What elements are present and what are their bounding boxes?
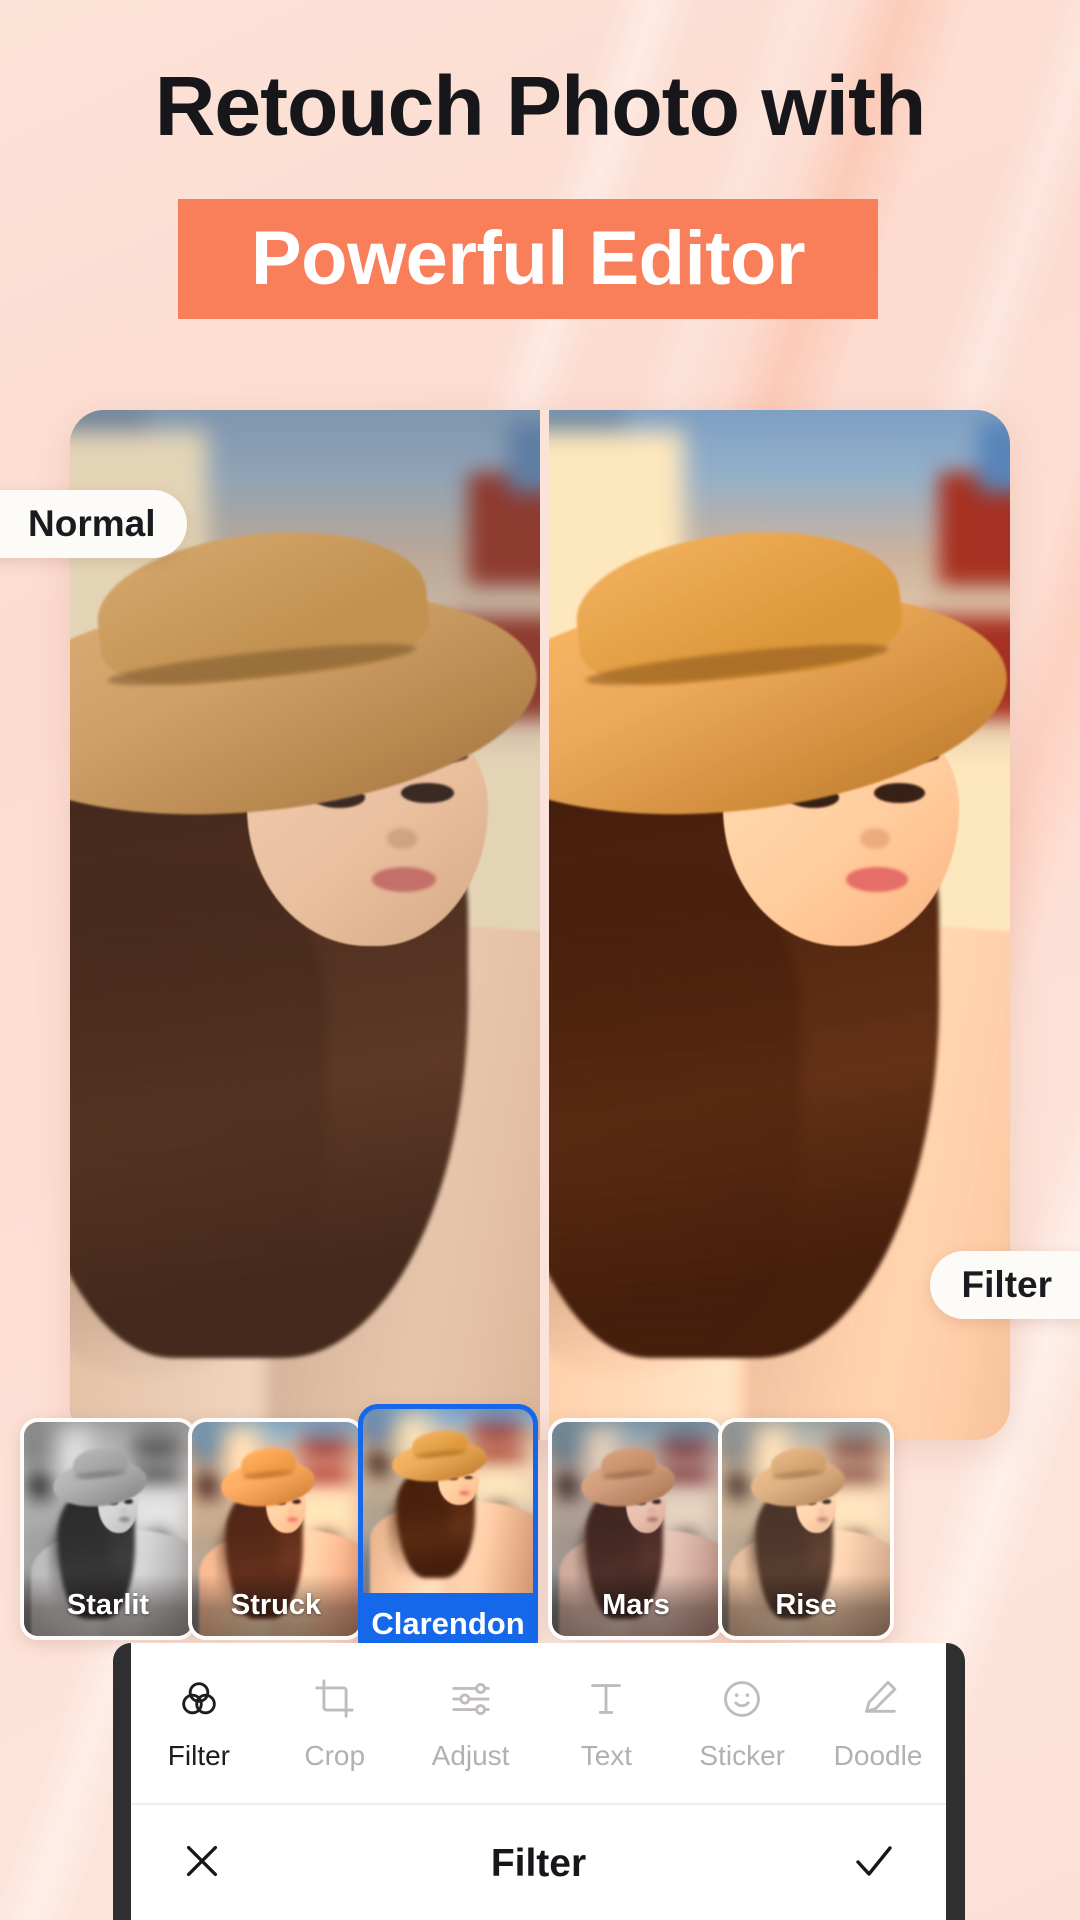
- text-t-icon: [583, 1675, 629, 1723]
- cancel-button[interactable]: [179, 1838, 225, 1889]
- toolbar-item-label: Text: [580, 1739, 633, 1771]
- page-title: Retouch Photo with: [154, 59, 927, 153]
- eye-right: [401, 782, 454, 804]
- hair-strands: [390, 1489, 452, 1582]
- filter-thumb-starlit[interactable]: Starlit: [20, 1418, 196, 1640]
- filter-thumb-clarendon[interactable]: Clarendon: [358, 1404, 538, 1660]
- pencil-icon: [855, 1675, 901, 1723]
- sliders-icon: [448, 1675, 494, 1723]
- check-icon: [856, 1846, 892, 1876]
- filter-thumb-label: Rise: [722, 1574, 890, 1636]
- filter-thumbnail-strip[interactable]: Starlit Struck Clarendon Mars Rise: [0, 1400, 1080, 1660]
- filter-thumb-rise[interactable]: Rise: [718, 1418, 894, 1640]
- filter-thumb-label: Starlit: [24, 1574, 192, 1636]
- phone-frame: Filter Crop Adjust Text Sticker Doodle Filter: [113, 1643, 965, 1920]
- lips: [286, 1517, 298, 1523]
- toolbar-item-label: Filter: [167, 1739, 231, 1771]
- filter-thumb-preview: [363, 1409, 533, 1593]
- badge-normal-label: Normal: [28, 503, 156, 544]
- filter-thumb-mars[interactable]: Mars: [548, 1418, 724, 1640]
- toolbar-item-sticker[interactable]: Sticker: [680, 1675, 804, 1772]
- nose: [860, 828, 890, 849]
- editor-toolbar[interactable]: Filter Crop Adjust Text Sticker Doodle: [131, 1643, 946, 1805]
- smiley-icon: [719, 1675, 765, 1723]
- crop-icon: [312, 1675, 358, 1723]
- lips: [845, 867, 909, 893]
- filter-thumb-label: Struck: [192, 1574, 360, 1636]
- filter-circles-icon: [176, 1675, 222, 1723]
- headline-banner-text: Powerful Editor: [250, 216, 806, 301]
- photo-original: [70, 410, 540, 1440]
- toolbar-item-filter[interactable]: Filter: [137, 1675, 261, 1772]
- lips: [816, 1517, 828, 1523]
- toolbar-item-crop[interactable]: Crop: [273, 1675, 397, 1772]
- toolbar-item-doodle[interactable]: Doodle: [816, 1675, 940, 1772]
- nose: [461, 1483, 467, 1488]
- eye-right: [463, 1475, 473, 1480]
- lips: [118, 1517, 130, 1523]
- confirm-button[interactable]: [850, 1837, 898, 1890]
- toolbar-item-text[interactable]: Text: [544, 1675, 668, 1772]
- badge-normal: Normal: [0, 490, 188, 558]
- photo-compare: [70, 410, 1010, 1440]
- photo-pane-original: [70, 410, 540, 1440]
- subject-figure: [70, 410, 540, 1440]
- badge-filter-label: Filter: [961, 1264, 1052, 1305]
- headline-banner: Powerful Editor: [178, 199, 878, 319]
- action-bar-title: Filter: [490, 1841, 587, 1885]
- filter-thumb-struck[interactable]: Struck: [188, 1418, 364, 1640]
- promo-screen: Retouch Photo with Powerful Editor Norma…: [0, 0, 1080, 1920]
- toolbar-item-label: Crop: [304, 1739, 366, 1771]
- subject-figure: [363, 1409, 533, 1593]
- toolbar-item-label: Doodle: [833, 1739, 923, 1771]
- filter-thumb-label: Mars: [552, 1574, 720, 1636]
- badge-filter: Filter: [929, 1251, 1080, 1319]
- toolbar-item-adjust[interactable]: Adjust: [409, 1675, 533, 1772]
- nose: [387, 828, 418, 849]
- lips: [646, 1517, 658, 1523]
- editor-action-bar[interactable]: Filter: [131, 1807, 946, 1920]
- lips: [459, 1490, 470, 1496]
- phone-screen: Filter Crop Adjust Text Sticker Doodle Filter: [131, 1643, 946, 1920]
- close-x-icon: [186, 1845, 218, 1877]
- toolbar-item-label: Adjust: [431, 1739, 510, 1771]
- toolbar-item-label: Sticker: [699, 1739, 785, 1771]
